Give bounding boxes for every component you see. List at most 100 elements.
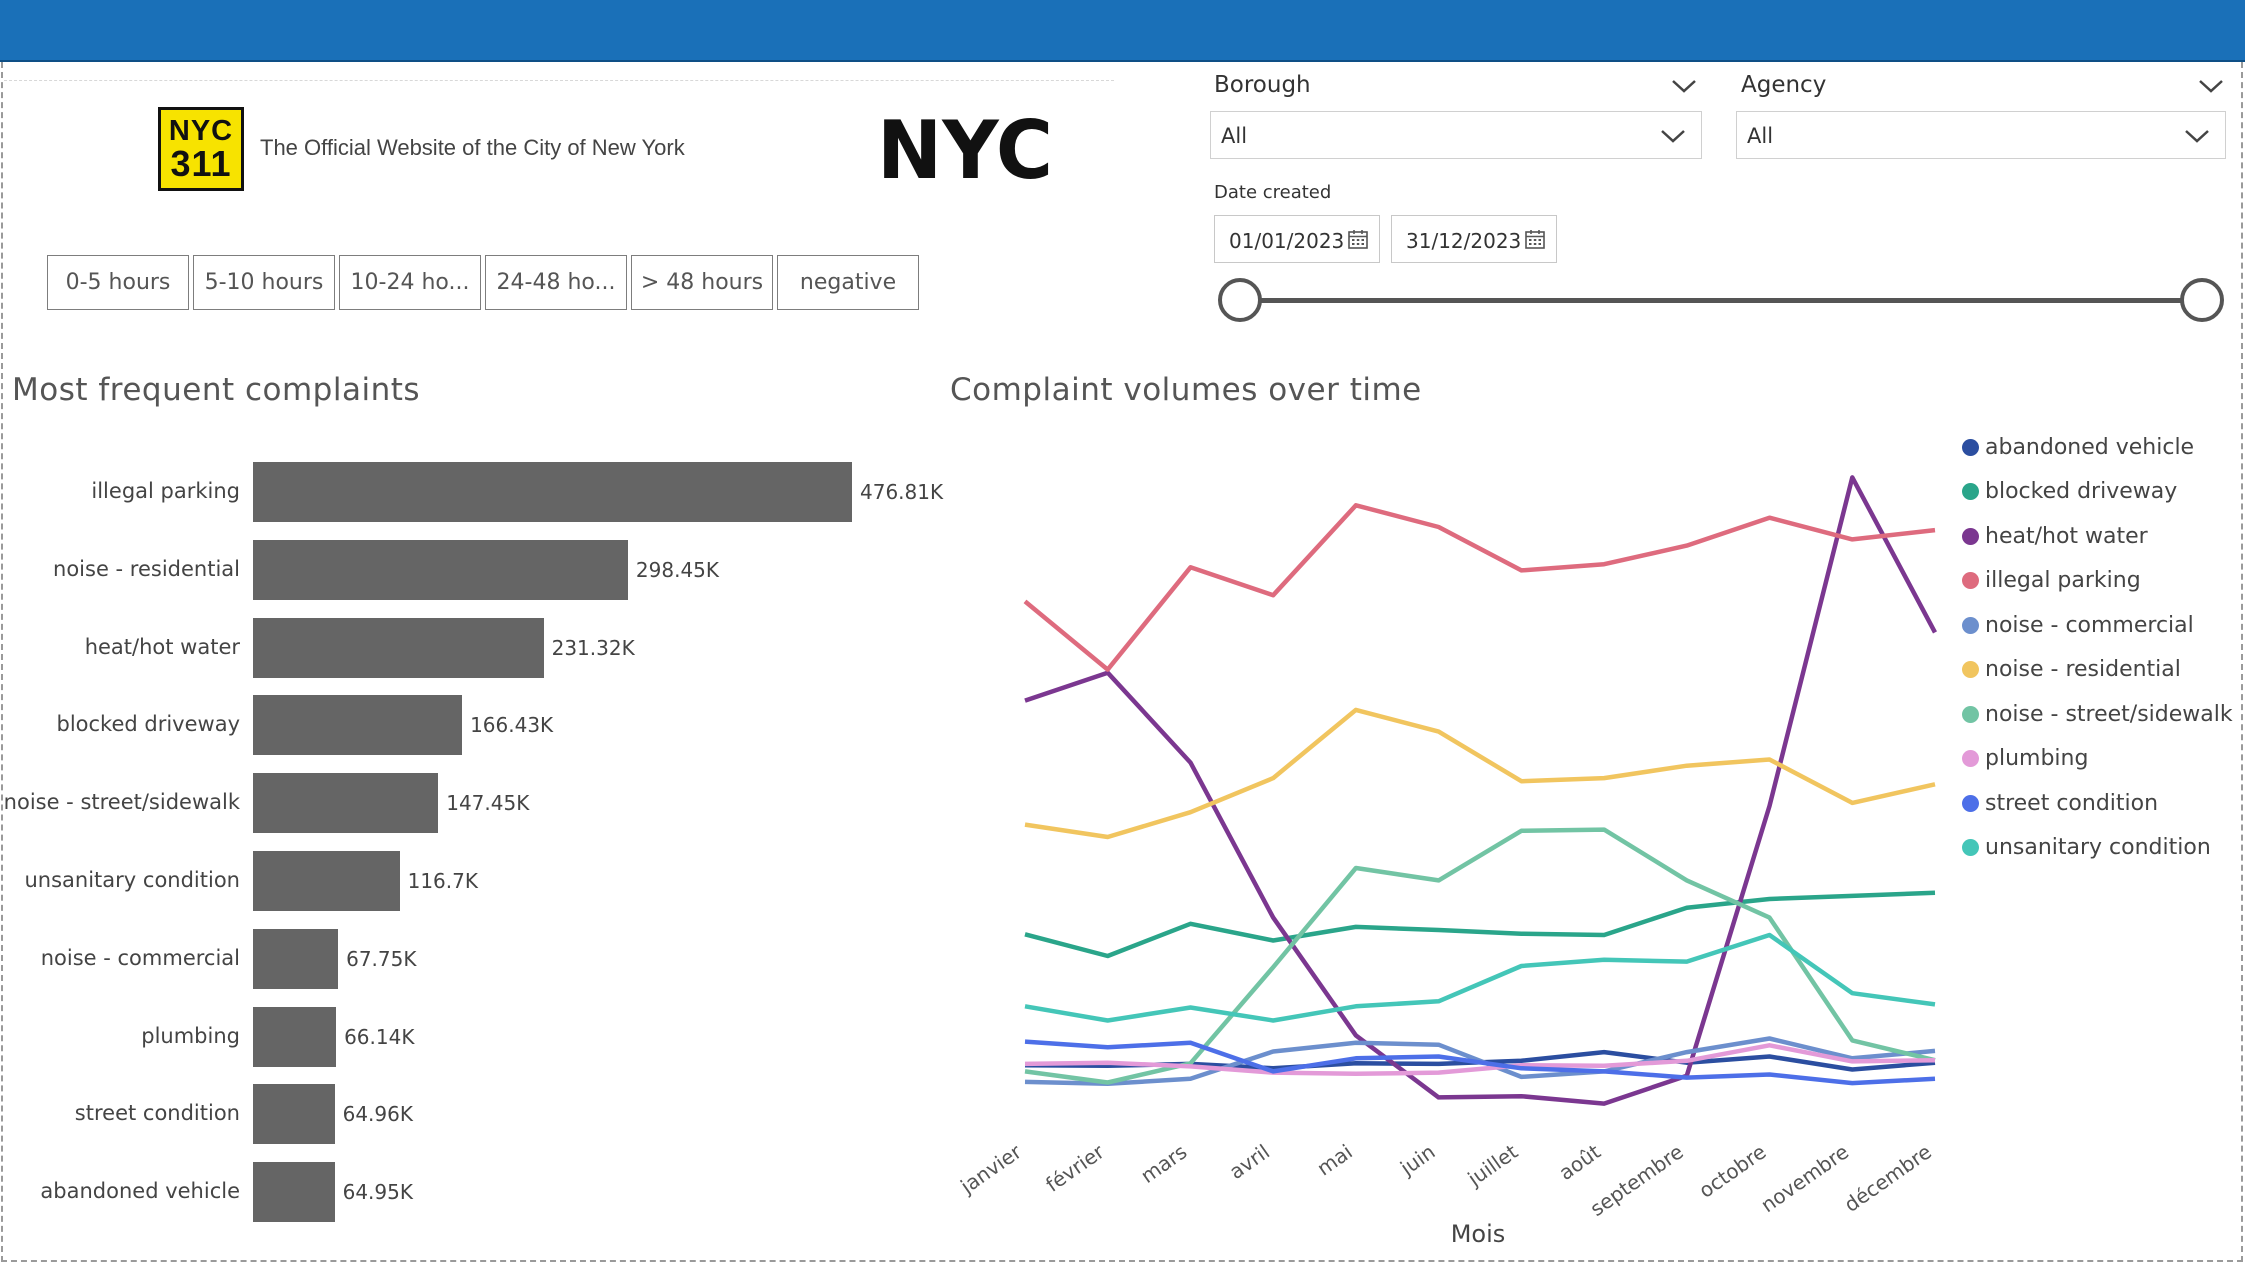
legend-label: plumbing — [1985, 746, 2089, 772]
legend-item[interactable]: illegal parking — [1962, 559, 2233, 604]
bar-value-label: 166.43K — [470, 713, 554, 738]
chevron-down-icon — [1661, 130, 1685, 143]
legend-marker — [1962, 572, 1979, 590]
legend-item[interactable]: abandoned vehicle — [1962, 425, 2233, 470]
legend-item[interactable]: unsanitary condition — [1962, 826, 2233, 871]
bar[interactable] — [253, 851, 400, 911]
bar[interactable] — [253, 773, 439, 834]
legend-label: noise - street/sidewalk — [1985, 701, 2233, 727]
bar[interactable] — [253, 1084, 335, 1145]
x-tick-label: septembre — [1586, 1139, 1688, 1221]
bar-category-label: noise - street/sidewalk — [3, 790, 240, 815]
bar-value-label: 66.14K — [344, 1024, 415, 1049]
bar-value-label: 116.7K — [407, 869, 478, 893]
borough-collapse-chevron-icon[interactable] — [1670, 76, 1698, 96]
legend-item[interactable]: plumbing — [1962, 737, 2233, 782]
x-tick-label: avril — [1225, 1139, 1274, 1184]
bar-category-label: noise - residential — [53, 556, 240, 581]
legend-label: unsanitary condition — [1985, 835, 2211, 861]
legend-marker — [1962, 438, 1979, 456]
bar-value-label: 64.95K — [342, 1180, 413, 1205]
calendar-icon[interactable] — [1524, 228, 1546, 250]
series-line-illegal-parking[interactable] — [1023, 503, 1936, 672]
legend-label: heat/hot water — [1985, 523, 2148, 549]
borough-filter-label: Borough — [1214, 72, 1311, 98]
bar[interactable] — [253, 928, 339, 989]
slicer-button-10-24-hours[interactable]: 10-24 ho... — [339, 255, 481, 310]
legend-marker — [1962, 705, 1979, 723]
site-tagline: The Official Website of the City of New … — [260, 135, 685, 160]
agency-dropdown[interactable]: All — [1736, 111, 2226, 159]
bar-category-label: plumbing — [141, 1023, 240, 1048]
series-line-heat-hot-water[interactable] — [1024, 475, 1937, 1106]
borough-selected-value: All — [1221, 124, 1248, 148]
top-banner — [0, 0, 2245, 62]
legend-item[interactable]: noise - residential — [1962, 648, 2233, 693]
legend-marker — [1962, 750, 1979, 768]
legend-item[interactable]: noise - street/sidewalk — [1962, 692, 2233, 737]
bar[interactable] — [253, 539, 628, 600]
date-range-end-handle[interactable] — [2180, 278, 2224, 322]
legend-item[interactable]: blocked driveway — [1962, 470, 2233, 515]
bar-value-label: 64.96K — [342, 1102, 413, 1127]
start-date-value: 01/01/2023 — [1229, 229, 1345, 253]
bar[interactable] — [253, 1006, 337, 1067]
legend-item[interactable]: noise - commercial — [1962, 603, 2233, 648]
date-created-label: Date created — [1214, 182, 1332, 203]
legend-label: illegal parking — [1985, 568, 2141, 594]
legend-label: noise - commercial — [1985, 612, 2194, 638]
x-tick-label: juillet — [1463, 1139, 1523, 1191]
start-date-input[interactable]: 01/01/2023 — [1214, 215, 1380, 263]
legend-marker — [1962, 794, 1979, 812]
legend-item[interactable]: heat/hot water — [1962, 514, 2233, 559]
chevron-down-icon — [2185, 130, 2209, 143]
bar-value-label: 231.32K — [551, 635, 635, 660]
slicer-button-24-48-hours[interactable]: 24-48 ho... — [485, 255, 627, 310]
agency-filter-label: Agency — [1741, 72, 1827, 98]
date-range-start-handle[interactable] — [1218, 278, 1262, 322]
bar[interactable] — [253, 462, 852, 522]
legend-marker — [1962, 483, 1979, 501]
x-tick-label: janvier — [955, 1139, 1026, 1199]
x-tick-label: décembre — [1840, 1139, 1936, 1216]
bar-value-label: 298.45K — [635, 557, 720, 582]
x-tick-label: février — [1041, 1139, 1109, 1197]
x-axis-title: Mois — [1451, 1220, 1506, 1248]
bar-value-label: 67.75K — [346, 946, 417, 971]
bar-category-label: unsanitary condition — [24, 868, 240, 892]
agency-selected-value: All — [1747, 124, 1774, 148]
nyc-logo: NYC — [877, 110, 1053, 188]
legend-label: noise - residential — [1985, 657, 2181, 683]
legend-marker — [1962, 527, 1979, 545]
slicer-button-negative[interactable]: negative — [777, 255, 919, 310]
date-range-slider-track[interactable] — [1240, 298, 2203, 303]
legend-item[interactable]: street condition — [1962, 781, 2233, 826]
line-chart: janvier février mars avril mai juin juillet aoû… — [955, 475, 1937, 1248]
bar-category-label: street condition — [74, 1101, 240, 1126]
bar[interactable] — [253, 695, 463, 756]
agency-collapse-chevron-icon[interactable] — [2197, 76, 2225, 96]
legend-marker — [1962, 661, 1979, 679]
bar-category-label: blocked driveway — [56, 712, 240, 737]
legend-label: street condition — [1985, 790, 2159, 816]
bar-chart-category-labels: illegal parking noise - residential heat/h… — [0, 0, 240, 1264]
borough-dropdown[interactable]: All — [1210, 111, 1702, 159]
end-date-input[interactable]: 31/12/2023 — [1391, 215, 1557, 263]
legend-label: abandoned vehicle — [1985, 434, 2195, 460]
slicer-button-over-48-hours[interactable]: > 48 hours — [631, 255, 773, 310]
x-tick-label: novembre — [1756, 1139, 1853, 1217]
bar-category-label: abandoned vehicle — [40, 1179, 240, 1204]
bar-value-label: 147.45K — [446, 791, 530, 816]
x-tick-label: octobre — [1694, 1139, 1770, 1202]
series-line-unsanitary-condition[interactable] — [1024, 932, 1936, 1023]
calendar-icon[interactable] — [1347, 228, 1369, 250]
x-tick-label: juin — [1395, 1139, 1439, 1180]
bar[interactable] — [253, 1162, 335, 1223]
bar[interactable] — [253, 617, 544, 678]
series-line-blocked-driveway[interactable] — [1024, 890, 1936, 959]
bar-value-label: 476.81K — [860, 480, 944, 504]
x-tick-label: mars — [1136, 1139, 1191, 1188]
x-tick-label: mai — [1312, 1139, 1356, 1180]
x-tick-label: août — [1554, 1139, 1605, 1185]
nyc-logo-text: NYC — [877, 110, 1053, 188]
